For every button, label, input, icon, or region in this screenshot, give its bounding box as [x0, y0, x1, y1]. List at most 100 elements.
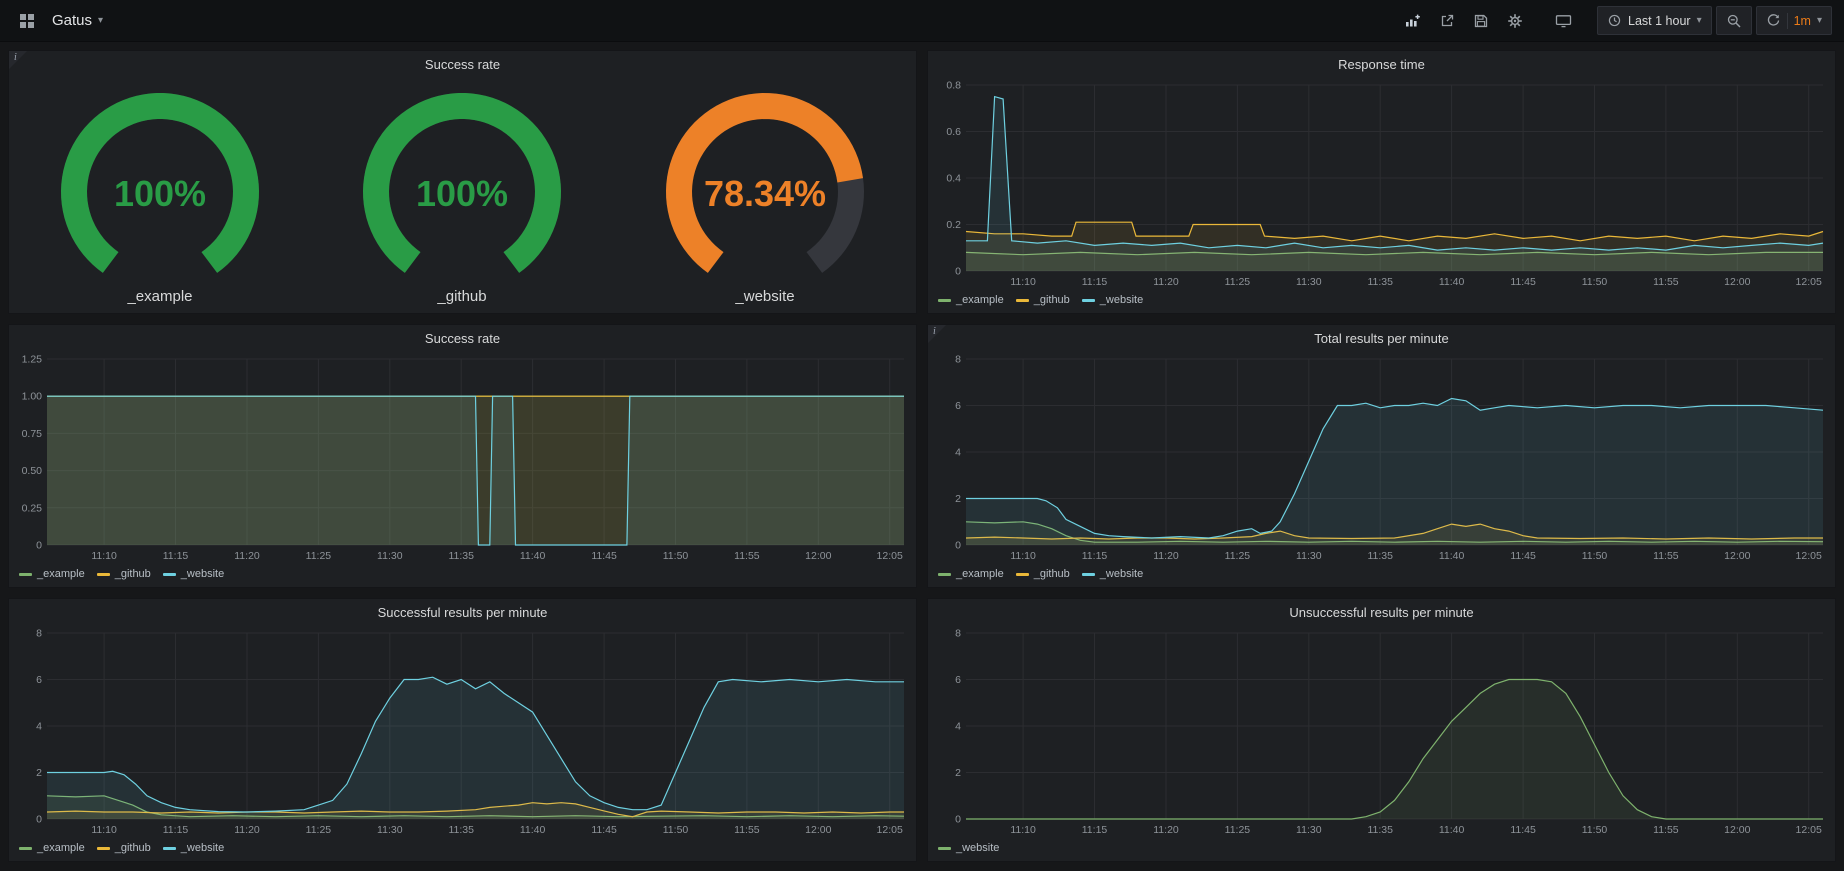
svg-text:0: 0 [36, 814, 42, 826]
svg-text:11:25: 11:25 [306, 550, 332, 562]
svg-text:11:20: 11:20 [234, 550, 260, 562]
legend-series-name: _example [956, 568, 1004, 580]
share-button[interactable] [1432, 6, 1462, 36]
svg-text:6: 6 [955, 400, 961, 412]
panel-response-time: Response time 11:1011:1511:2011:2511:301… [927, 50, 1836, 314]
svg-text:0: 0 [36, 540, 42, 552]
legend-swatch [938, 847, 951, 850]
chart-grid [966, 633, 1823, 819]
chart-canvas-response-time[interactable]: 11:1011:1511:2011:2511:3011:3511:4011:45… [928, 77, 1835, 289]
x-axis-labels: 11:1011:1511:2011:2511:3011:3511:4011:45… [1010, 824, 1822, 836]
panel-title[interactable]: Response time [1338, 57, 1425, 72]
svg-text:12:05: 12:05 [1796, 824, 1822, 836]
y-axis-labels: 02468 [36, 628, 42, 826]
svg-text:11:50: 11:50 [1582, 824, 1608, 836]
info-corner-triangle [928, 325, 946, 343]
monitor-icon [1555, 13, 1572, 29]
svg-text:11:50: 11:50 [1582, 276, 1608, 288]
legend-item-_website[interactable]: _website [938, 842, 999, 854]
divider [1787, 13, 1788, 29]
svg-text:11:15: 11:15 [1082, 824, 1108, 836]
legend-series-name: _website [181, 842, 224, 854]
chart-canvas-unsuccessful-results[interactable]: 11:1011:1511:2011:2511:3011:3511:4011:45… [928, 625, 1835, 837]
svg-text:11:55: 11:55 [1653, 550, 1679, 562]
svg-text:0: 0 [955, 540, 961, 552]
chart-canvas-success-rate[interactable]: 11:1011:1511:2011:2511:3011:3511:4011:45… [9, 351, 916, 563]
svg-text:12:00: 12:00 [1724, 824, 1750, 836]
legend-item-_example[interactable]: _example [938, 294, 1004, 306]
time-range-label: Last 1 hour [1628, 14, 1691, 28]
chart-legend: _example _github _website [928, 289, 1835, 311]
legend-item-_github[interactable]: _github [97, 842, 151, 854]
cycle-view-button[interactable] [1548, 6, 1579, 36]
legend-series-name: _example [37, 842, 85, 854]
add-panel-button[interactable] [1397, 6, 1428, 36]
refresh-button[interactable]: 1m ▾ [1756, 6, 1832, 35]
zoom-out-button[interactable] [1716, 6, 1752, 35]
gauge-_example: 100% _example [10, 80, 310, 310]
gauge-_github: 100%_github [312, 80, 612, 310]
svg-text:11:35: 11:35 [448, 550, 474, 562]
svg-text:0: 0 [955, 814, 961, 826]
gauge-value-text: 100% [416, 173, 508, 214]
gauge-label: _example [127, 288, 193, 305]
legend-item-_github[interactable]: _github [1016, 568, 1070, 580]
legend-item-_website[interactable]: _website [1082, 568, 1143, 580]
panel-info-icon[interactable]: i [9, 51, 29, 71]
svg-text:8: 8 [955, 354, 961, 366]
panel-title[interactable]: Success rate [425, 57, 500, 72]
legend-item-_website[interactable]: _website [1082, 294, 1143, 306]
legend-item-_website[interactable]: _website [163, 842, 224, 854]
svg-text:0.25: 0.25 [22, 502, 43, 514]
chart-canvas-successful-results[interactable]: 11:1011:1511:2011:2511:3011:3511:4011:45… [9, 625, 916, 837]
x-axis-labels: 11:1011:1511:2011:2511:3011:3511:4011:45… [91, 550, 903, 562]
svg-text:11:35: 11:35 [448, 824, 474, 836]
panel-title[interactable]: Total results per minute [1314, 331, 1448, 346]
legend-series-name: _github [1034, 568, 1070, 580]
svg-text:11:20: 11:20 [1153, 824, 1179, 836]
panel-title[interactable]: Unsuccessful results per minute [1289, 605, 1473, 620]
legend-series-name: _github [115, 842, 151, 854]
svg-text:11:55: 11:55 [1653, 276, 1679, 288]
settings-button[interactable] [1500, 6, 1530, 36]
save-button[interactable] [1466, 6, 1496, 36]
save-icon [1473, 13, 1489, 29]
svg-text:11:40: 11:40 [1439, 276, 1465, 288]
svg-text:11:35: 11:35 [1367, 550, 1393, 562]
chart-canvas-total-results[interactable]: 11:1011:1511:2011:2511:3011:3511:4011:45… [928, 351, 1835, 563]
legend-item-_example[interactable]: _example [19, 568, 85, 580]
svg-text:11:20: 11:20 [1153, 550, 1179, 562]
time-picker-button[interactable]: Last 1 hour ▾ [1597, 6, 1712, 35]
chart-legend: _example _github _website [928, 563, 1835, 585]
svg-text:12:05: 12:05 [877, 550, 903, 562]
dashboard-title-dropdown[interactable]: Gatus ▾ [52, 12, 103, 29]
svg-text:11:30: 11:30 [377, 550, 403, 562]
apps-grid-button[interactable] [12, 6, 42, 36]
legend-item-_example[interactable]: _example [938, 568, 1004, 580]
svg-text:0: 0 [955, 266, 961, 278]
legend-swatch [19, 847, 32, 850]
svg-text:0.8: 0.8 [946, 80, 961, 92]
legend-item-_github[interactable]: _github [1016, 294, 1070, 306]
chart-legend: _example _github _website [9, 563, 916, 585]
svg-text:2: 2 [955, 767, 961, 779]
svg-text:0.4: 0.4 [946, 173, 961, 185]
legend-item-_github[interactable]: _github [97, 568, 151, 580]
svg-text:11:25: 11:25 [1225, 550, 1251, 562]
panel-title[interactable]: Success rate [425, 331, 500, 346]
svg-text:8: 8 [36, 628, 42, 640]
panel-total-results: i Total results per minute 11:1011:1511:… [927, 324, 1836, 588]
svg-text:11:45: 11:45 [591, 550, 617, 562]
y-axis-labels: 00.250.500.751.001.25 [22, 354, 43, 552]
legend-item-_example[interactable]: _example [19, 842, 85, 854]
gauge-value-text: 100% [114, 173, 206, 214]
panel-title[interactable]: Successful results per minute [378, 605, 548, 620]
panel-info-icon[interactable]: i [928, 325, 948, 345]
svg-text:6: 6 [955, 674, 961, 686]
legend-item-_website[interactable]: _website [163, 568, 224, 580]
chevron-down-icon: ▾ [98, 16, 103, 26]
x-axis-labels: 11:1011:1511:2011:2511:3011:3511:4011:45… [91, 824, 903, 836]
legend-series-name: _website [1100, 294, 1143, 306]
svg-text:11:50: 11:50 [663, 824, 689, 836]
panel-success-rate-gauges: i Success rate 100%_example100%_github78… [8, 50, 917, 314]
